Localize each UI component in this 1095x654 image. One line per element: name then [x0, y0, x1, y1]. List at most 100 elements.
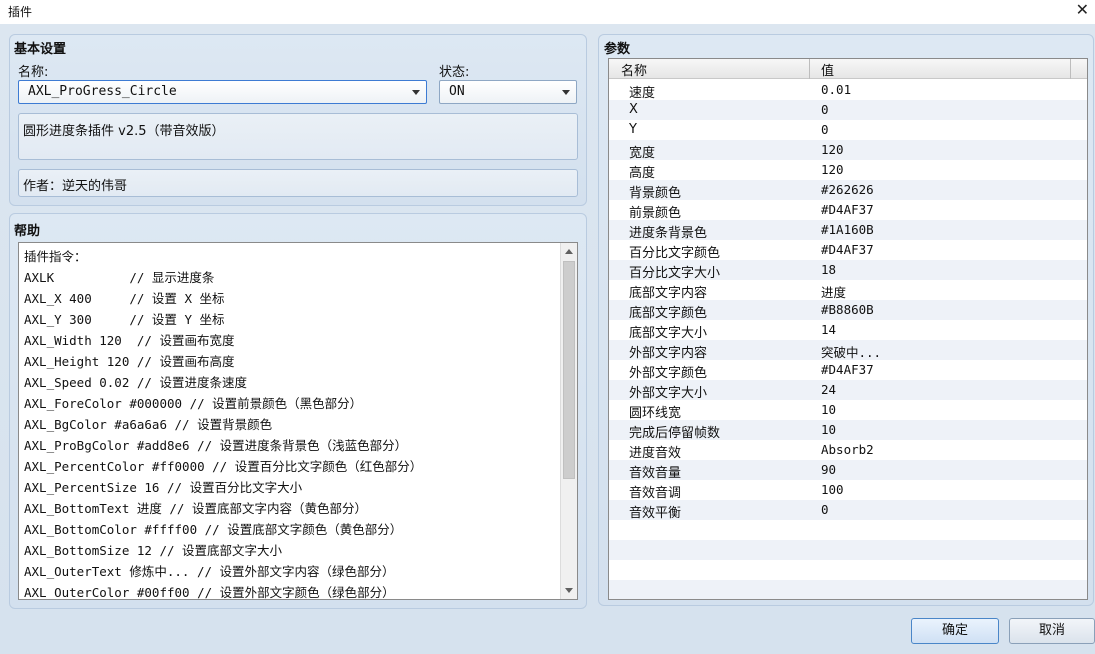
help-line: AXL_ProBgColor #add8e6 // 设置进度条背景色（浅蓝色部分… [24, 438, 408, 453]
param-name: Y [629, 122, 637, 137]
basic-settings-title: 基本设置 [14, 42, 67, 57]
param-value: #262626 [821, 182, 874, 197]
param-row[interactable]: 音效音调 100 [609, 480, 1087, 501]
empty-row [609, 540, 1087, 560]
author-field[interactable]: 作者：逆天的伟哥 [18, 169, 578, 197]
param-name: 音效音量 [629, 466, 682, 481]
param-row[interactable]: 进度条背景色 #1A160B [609, 220, 1087, 241]
param-value: #B8860B [821, 302, 874, 317]
arrow-down-icon [565, 588, 573, 593]
param-value: 90 [821, 462, 837, 477]
help-line: 插件指令： [24, 249, 87, 264]
param-value: 0.01 [821, 82, 852, 97]
scrollbar-thumb[interactable] [563, 261, 575, 479]
title-bar: 插件 ✕ [0, 0, 1095, 24]
ok-button[interactable]: 确定 [911, 618, 999, 644]
param-row[interactable]: 音效音量 90 [609, 460, 1087, 481]
param-name: 外部文字颜色 [629, 366, 708, 381]
chevron-down-icon [562, 90, 570, 95]
param-row[interactable]: 速度 0.01 [609, 80, 1087, 101]
header-value[interactable]: 值 [821, 60, 834, 79]
param-row[interactable]: 背景颜色 #262626 [609, 180, 1087, 201]
help-line: AXL_X 400 // 设置 X 坐标 [24, 291, 225, 306]
param-value: #D4AF37 [821, 242, 874, 257]
param-name: 背景颜色 [629, 186, 682, 201]
param-row[interactable]: 百分比文字大小 18 [609, 260, 1087, 281]
help-line: AXL_Width 120 // 设置画布宽度 [24, 333, 235, 348]
description-text: 圆形进度条插件 v2.5（带音效版） [23, 124, 225, 139]
param-row[interactable]: 音效平衡 0 [609, 500, 1087, 521]
param-row[interactable]: 底部文字内容 进度 [609, 280, 1087, 301]
param-name: 音效音调 [629, 486, 682, 501]
help-line: AXL_Y 300 // 设置 Y 坐标 [24, 312, 225, 327]
param-value: #D4AF37 [821, 362, 874, 377]
param-row[interactable]: 前景颜色 #D4AF37 [609, 200, 1087, 221]
plugin-name-select[interactable]: AXL_ProGress_Circle [18, 80, 427, 104]
param-name: 进度音效 [629, 446, 682, 461]
help-line: AXL_ForeColor #000000 // 设置前景颜色（黑色部分） [24, 396, 363, 411]
param-name: 百分比文字大小 [629, 266, 721, 281]
param-row[interactable]: 进度音效 Absorb2 [609, 440, 1087, 461]
help-line: AXL_Height 120 // 设置画布高度 [24, 354, 235, 369]
help-line: AXL_OuterText 修炼中... // 设置外部文字内容（绿色部分） [24, 564, 395, 579]
help-title: 帮助 [14, 224, 41, 239]
param-value: 120 [821, 142, 844, 157]
window-title: 插件 [8, 5, 33, 19]
param-row[interactable]: 完成后停留帧数 10 [609, 420, 1087, 441]
param-row[interactable]: 外部文字内容 突破中... [609, 340, 1087, 361]
help-line: AXL_BgColor #a6a6a6 // 设置背景颜色 [24, 417, 273, 432]
param-row[interactable]: Y0 [609, 120, 1087, 140]
scroll-up-button[interactable] [561, 243, 577, 260]
param-row[interactable]: 宽度 120 [609, 140, 1087, 161]
param-name: 完成后停留帧数 [629, 426, 721, 441]
param-value: Absorb2 [821, 442, 874, 457]
arrow-up-icon [565, 249, 573, 254]
param-name: 速度 [629, 86, 656, 101]
param-value: 0 [821, 102, 829, 117]
scroll-down-button[interactable] [561, 582, 577, 599]
column-divider[interactable] [1070, 59, 1071, 79]
param-row[interactable]: 百分比文字颜色 #D4AF37 [609, 240, 1087, 261]
param-name: 圆环线宽 [629, 406, 682, 421]
param-name: 外部文字内容 [629, 346, 708, 361]
status-label: 状态: [439, 65, 470, 80]
plugin-name-value: AXL_ProGress_Circle [28, 84, 177, 99]
param-row[interactable]: 圆环线宽 10 [609, 400, 1087, 421]
param-name: 宽度 [629, 146, 656, 161]
param-row[interactable]: 高度 120 [609, 160, 1087, 181]
status-select[interactable]: ON [439, 80, 577, 104]
param-value: 0 [821, 502, 829, 517]
cancel-button[interactable]: 取消 [1009, 618, 1095, 644]
param-value: 14 [821, 322, 837, 337]
param-row[interactable]: 底部文字颜色 #B8860B [609, 300, 1087, 321]
name-label: 名称: [18, 65, 49, 80]
status-value: ON [449, 84, 465, 99]
param-value: 0 [821, 122, 829, 137]
params-grid-header: 名称 值 [609, 59, 1087, 79]
help-line: AXL_Speed 0.02 // 设置进度条速度 [24, 375, 247, 390]
param-value: 10 [821, 422, 837, 437]
param-value: 24 [821, 382, 837, 397]
help-lines: 插件指令： AXLK // 显示进度条 AXL_X 400 // 设置 X 坐标… [24, 246, 422, 599]
param-name: 外部文字大小 [629, 386, 708, 401]
empty-row [609, 580, 1087, 599]
param-row[interactable]: 底部文字大小 14 [609, 320, 1087, 341]
param-value: #1A160B [821, 222, 874, 237]
param-name: 前景颜色 [629, 206, 682, 221]
param-value: 18 [821, 262, 837, 277]
param-row[interactable]: 外部文字大小 24 [609, 380, 1087, 401]
param-row[interactable]: X0 [609, 100, 1087, 120]
description-field[interactable]: 圆形进度条插件 v2.5（带音效版） [18, 113, 578, 160]
help-text-area[interactable]: 插件指令： AXLK // 显示进度条 AXL_X 400 // 设置 X 坐标… [18, 242, 578, 600]
param-row[interactable]: 外部文字颜色 #D4AF37 [609, 360, 1087, 381]
empty-row [609, 520, 1087, 540]
column-divider[interactable] [809, 59, 810, 79]
param-value: 120 [821, 162, 844, 177]
help-scrollbar[interactable] [560, 243, 577, 599]
header-name[interactable]: 名称 [621, 60, 647, 79]
author-text: 作者：逆天的伟哥 [23, 179, 128, 194]
param-name: 底部文字内容 [629, 286, 708, 301]
param-name: 百分比文字颜色 [629, 246, 721, 261]
close-icon[interactable]: ✕ [1076, 0, 1089, 19]
params-grid[interactable]: 名称 值 速度 0.01 X 0 Y 0 宽度 120 高度 120 背景颜色 #262626 前景颜色… [608, 58, 1088, 600]
